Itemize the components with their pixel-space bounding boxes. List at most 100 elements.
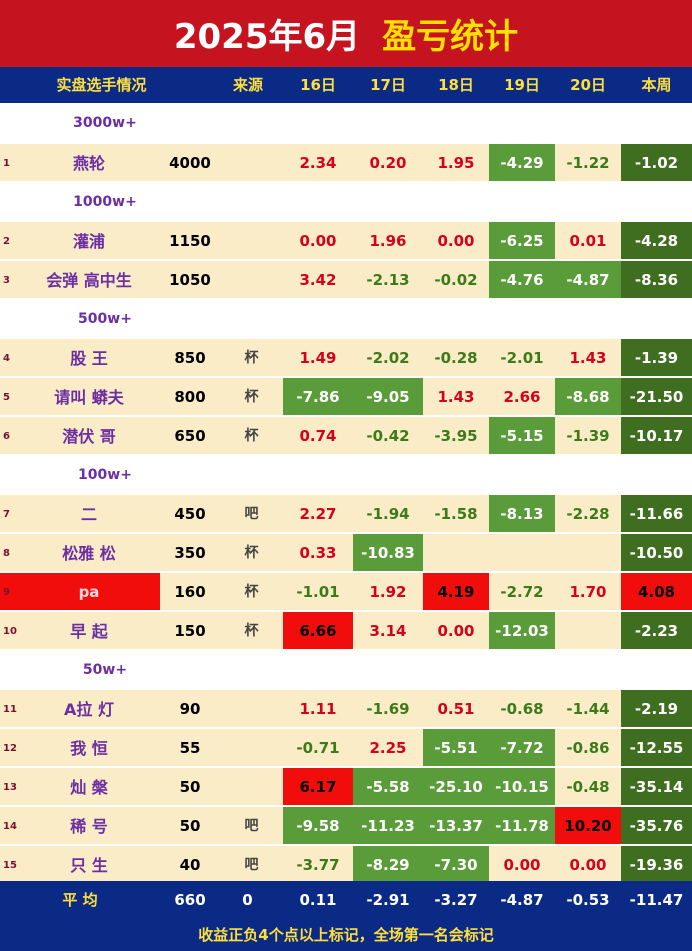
player-name: 灌浦 [18,221,160,260]
value-cell: -12.03 [489,611,555,650]
row-index: 13 [0,767,18,806]
row-index: 7 [0,494,18,533]
value-cell: -35.14 [621,767,692,806]
table-header: 实盘选手情况 来源 16日 17日 18日 19日 20日 本周 [0,67,692,103]
table-row: 4股 王 850 杯 1.49 -2.02 -0.28 -2.01 1.43 -1.39 [0,338,692,377]
value-cell: 10.20 [555,806,621,845]
row-index: 4 [0,338,18,377]
table-row: 13 灿 槃 50 6.17 -5.58 -25.10 -10.15 -0.48 -35.14 [0,767,692,806]
value-cell: 2.25 [353,728,423,767]
value-cell: -9.58 [283,806,353,845]
player-capital: 160 [160,572,220,611]
value-cell: -13.37 [423,806,489,845]
table-row: 8 松雅 松 350 杯 0.33 -10.83 -10.50 [0,533,692,572]
player-source [220,689,283,728]
value-cell: -8.68 [555,377,621,416]
value-cell: -11.78 [489,806,555,845]
table-row: 15 只 生 40 吧 -3.77 -8.29 -7.30 0.00 0.00 -19.36 [0,845,692,884]
header-day17: 17日 [370,76,406,94]
table-row: 11 A拉 灯 90 1.11 -1.69 0.51 -0.68 -1.44 -2.19 [0,689,692,728]
value-cell: -7.86 [283,377,353,416]
player-capital: 40 [160,845,220,884]
value-cell: 0.00 [423,611,489,650]
value-cell: 0.00 [489,845,555,884]
value-cell: -1.39 [555,416,621,455]
table-row: 7 二 450 吧 2.27 -1.94 -1.58 -8.13 -2.28 -11.66 [0,494,692,533]
value-cell: -0.42 [353,416,423,455]
value-cell: -0.68 [489,689,555,728]
row-index: 5 [0,377,18,416]
player-source: 杯 [220,377,283,416]
player-capital: 50 [160,767,220,806]
player-source [220,767,283,806]
value-cell: 0.33 [283,533,353,572]
value-cell: -3.77 [283,845,353,884]
value-cell: -10.17 [621,416,692,455]
value-cell: -3.95 [423,416,489,455]
title-subtitle: 盈亏统计 [382,17,519,57]
player-source: 杯 [220,416,283,455]
value-cell: -2.72 [489,572,555,611]
player-capital: 850 [160,338,220,377]
value-cell [555,533,621,572]
row-index: 8 [0,533,18,572]
player-name: pa [18,572,160,611]
table-row: 2 灌浦 1150 0.00 1.96 0.00 -6.25 0.01 -4.28 [0,221,692,260]
value-cell: -4.76 [489,260,555,299]
value-cell: 1.43 [555,338,621,377]
value-cell: -1.39 [621,338,692,377]
row-index: 11 [0,689,18,728]
value-cell: -1.94 [353,494,423,533]
player-source: 杯 [220,572,283,611]
player-capital: 650 [160,416,220,455]
value-cell: -1.02 [621,143,692,182]
section-label: 3000w+ [73,115,137,131]
player-name: 会弹 高中生 [18,260,160,299]
value-cell: -10.50 [621,533,692,572]
value-cell: 6.17 [283,767,353,806]
row-index: 10 [0,611,18,650]
section-header: 50w+ [0,650,692,690]
value-cell: -12.55 [621,728,692,767]
average-day19: -4.87 [500,891,544,909]
value-cell: 2.66 [489,377,555,416]
player-capital: 1150 [160,221,220,260]
row-index: 6 [0,416,18,455]
player-name: 稀 号 [18,806,160,845]
value-cell: 0.00 [555,845,621,884]
player-capital: 1050 [160,260,220,299]
value-cell: 0.01 [555,221,621,260]
value-cell: -0.71 [283,728,353,767]
table-row: 10 早 起 150 杯 6.66 3.14 0.00 -12.03 -2.23 [0,611,692,650]
player-source: 杯 [220,533,283,572]
value-cell: 0.20 [353,143,423,182]
player-source: 吧 [220,845,283,884]
player-name: 灿 槃 [18,767,160,806]
value-cell: 1.70 [555,572,621,611]
value-cell: 1.43 [423,377,489,416]
value-cell: -5.58 [353,767,423,806]
section-header: 3000w+ [0,103,692,143]
value-cell: -25.10 [423,767,489,806]
player-source [220,221,283,260]
average-day18: -3.27 [434,891,478,909]
player-capital: 55 [160,728,220,767]
player-source [220,260,283,299]
average-label: 平 均 [62,891,98,909]
value-cell: 0.00 [283,221,353,260]
section-header: 100w+ [0,455,692,495]
value-cell: -8.36 [621,260,692,299]
player-source [220,728,283,767]
value-cell: 2.27 [283,494,353,533]
value-cell: -1.58 [423,494,489,533]
value-cell: -7.30 [423,845,489,884]
row-index: 15 [0,845,18,884]
value-cell: -8.13 [489,494,555,533]
value-cell: -4.28 [621,221,692,260]
value-cell: -10.83 [353,533,423,572]
player-capital: 4000 [160,143,220,182]
header-player: 实盘选手情况 [56,76,147,94]
value-cell: -1.69 [353,689,423,728]
value-cell: -2.19 [621,689,692,728]
value-cell: -2.28 [555,494,621,533]
